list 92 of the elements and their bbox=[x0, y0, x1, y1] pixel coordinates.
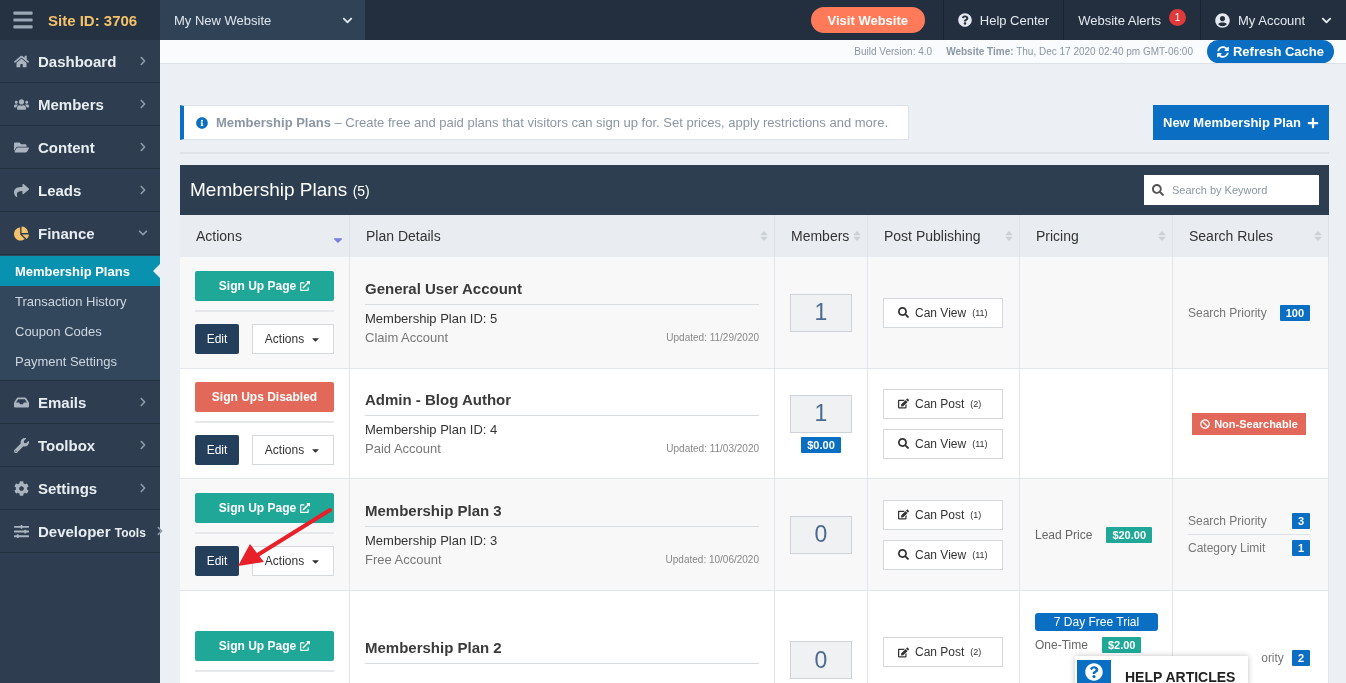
rule-value: 100 bbox=[1279, 304, 1310, 321]
price-badge: $20.00 bbox=[1106, 526, 1153, 543]
submenu-item[interactable]: Coupon Codes bbox=[0, 316, 160, 346]
user-icon bbox=[1215, 12, 1230, 28]
site-id: Site ID: 3706 bbox=[48, 11, 138, 29]
help-icon bbox=[1085, 663, 1103, 681]
price-badge: $2.00 bbox=[1101, 637, 1142, 653]
search-icon bbox=[898, 438, 909, 449]
plus-icon bbox=[1307, 116, 1319, 129]
sidebar-item[interactable]: Members bbox=[0, 83, 160, 126]
table-title: Membership Plans (5) bbox=[190, 179, 370, 201]
build-version: Build Version: 4.0 bbox=[854, 46, 933, 57]
price-label: Lead Price bbox=[1035, 527, 1093, 542]
sidebar-item[interactable]: Toolbox bbox=[0, 424, 160, 467]
submenu-item[interactable]: Payment Settings bbox=[0, 346, 160, 376]
trial-badge: 7 Day Free Trial bbox=[1035, 613, 1158, 631]
account-type: Free Account bbox=[365, 552, 442, 567]
search-icon bbox=[898, 307, 909, 318]
edit-button[interactable]: Edit bbox=[195, 546, 239, 576]
sidebar-item[interactable]: Emails bbox=[0, 381, 160, 424]
submenu-item[interactable]: Transaction History bbox=[0, 286, 160, 316]
submenu-item[interactable]: Membership Plans bbox=[0, 256, 160, 286]
updated-date: Updated: 10/06/2020 bbox=[665, 554, 759, 565]
alert-count-badge: 1 bbox=[1169, 8, 1186, 26]
edit-icon bbox=[898, 509, 909, 520]
help-icon bbox=[957, 13, 972, 27]
external-link-icon bbox=[300, 503, 311, 513]
rule-value: 3 bbox=[1291, 513, 1310, 529]
sidebar-item[interactable]: Dashboard bbox=[0, 40, 160, 83]
sidebar-item[interactable]: Leads bbox=[0, 169, 160, 212]
actions-dropdown[interactable]: Actions bbox=[252, 435, 334, 465]
help-articles-widget[interactable]: HELP ARTICLES bbox=[1075, 656, 1248, 683]
rule-label: Search Priority bbox=[1188, 514, 1268, 528]
member-count: 1 bbox=[790, 293, 852, 332]
permission-button[interactable]: Can View (11) bbox=[883, 297, 1003, 328]
plan-title: Admin - Blog Author bbox=[365, 391, 759, 416]
rule-label: Category Limit bbox=[1188, 541, 1267, 555]
refresh-cache-button[interactable]: Refresh Cache bbox=[1206, 40, 1334, 63]
rule-value: 1 bbox=[1291, 540, 1310, 556]
rule-label: Search Priority bbox=[1188, 305, 1268, 320]
sidebar-icon bbox=[14, 437, 29, 453]
permission-button[interactable]: Can Post (2) bbox=[883, 388, 1003, 419]
new-plan-button[interactable]: New Membership Plan bbox=[1153, 105, 1329, 140]
plan-id: Membership Plan ID: 5 bbox=[365, 311, 499, 326]
price-badge: $0.00 bbox=[801, 436, 841, 453]
rule-value: 2 bbox=[1291, 650, 1310, 666]
sidebar-icon bbox=[14, 480, 29, 496]
refresh-icon bbox=[1216, 45, 1229, 58]
non-searchable-badge: Non-Searchable bbox=[1192, 412, 1306, 435]
actions-dropdown[interactable]: Actions bbox=[252, 324, 334, 354]
edit-button[interactable]: Edit bbox=[195, 324, 239, 354]
permission-button[interactable]: Can Post (1) bbox=[883, 499, 1003, 530]
menu-icon[interactable] bbox=[12, 9, 34, 31]
member-count: 1 bbox=[790, 394, 852, 433]
plan-id: Membership Plan ID: 4 bbox=[365, 422, 499, 437]
sidebar-item[interactable]: Content bbox=[0, 126, 160, 169]
plan-title: Membership Plan 2 bbox=[365, 639, 759, 664]
plan-title: General User Account bbox=[365, 280, 759, 305]
updated-date: Updated: 11/03/2020 bbox=[666, 443, 759, 454]
member-count: 0 bbox=[790, 641, 852, 679]
sidebar-icon bbox=[14, 225, 29, 241]
search-icon bbox=[1152, 184, 1164, 196]
edit-icon bbox=[898, 646, 909, 658]
external-link-icon bbox=[300, 641, 311, 651]
info-text: Membership Plans – Create free and paid plans that visitors can sign up for. Set prices, apply restrictions and more. bbox=[216, 115, 888, 130]
updated-date: Updated: 11/29/2020 bbox=[666, 332, 759, 343]
sidebar-icon bbox=[14, 96, 29, 112]
info-icon bbox=[196, 116, 208, 129]
permission-button[interactable]: Can View (11) bbox=[883, 539, 1003, 570]
search-icon bbox=[898, 549, 909, 560]
external-link-icon bbox=[300, 281, 311, 291]
plan-title: Membership Plan 3 bbox=[365, 502, 759, 527]
account-type: Claim Account bbox=[365, 330, 449, 345]
permission-button[interactable]: Can View (11) bbox=[883, 428, 1003, 459]
website-time: Website Time: Thu, Dec 17 2020 02:40 pm GMT-06:00 bbox=[946, 46, 1193, 57]
edit-button[interactable]: Edit bbox=[195, 435, 239, 465]
sidebar-icon bbox=[14, 53, 29, 69]
sidebar-item[interactable]: Developer Tools bbox=[0, 510, 160, 553]
sidebar-item[interactable]: Settings bbox=[0, 467, 160, 510]
account-type: Paid Account bbox=[365, 441, 441, 456]
sidebar-icon bbox=[14, 182, 29, 198]
sidebar-icon bbox=[14, 523, 29, 539]
actions-dropdown[interactable]: Actions bbox=[252, 546, 334, 576]
permission-button[interactable]: Can Post (2) bbox=[883, 637, 1003, 667]
plan-id: Membership Plan ID: 3 bbox=[365, 533, 499, 548]
search-field[interactable]: Search by Keyword bbox=[1144, 175, 1319, 205]
price-label: One-Time bbox=[1035, 638, 1088, 652]
member-count: 0 bbox=[790, 515, 852, 554]
website-select[interactable]: My New Website bbox=[160, 0, 365, 40]
edit-icon bbox=[898, 398, 909, 409]
rule-label: ority bbox=[1260, 651, 1284, 665]
ban-icon bbox=[1200, 418, 1211, 429]
